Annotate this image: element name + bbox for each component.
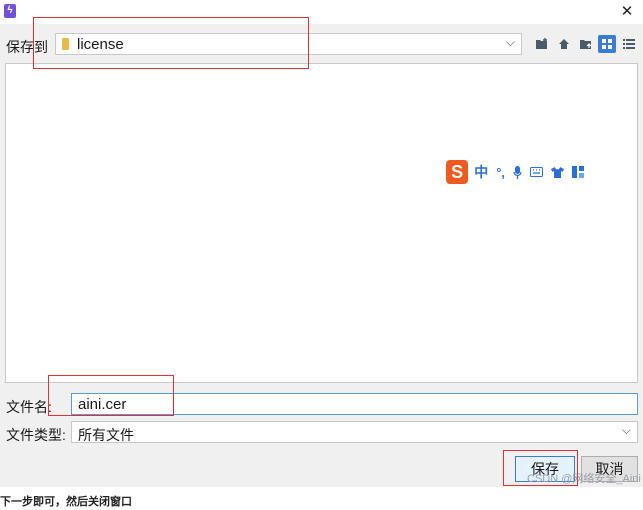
file-list-pane[interactable] bbox=[5, 63, 638, 383]
list-view-icon bbox=[623, 39, 635, 49]
new-folder-icon bbox=[536, 38, 547, 49]
save-location-label: 保存到 bbox=[6, 39, 48, 55]
title-bar: ϟ ✕ bbox=[0, 0, 643, 24]
list-view-button[interactable] bbox=[620, 35, 638, 53]
sogou-logo-icon[interactable]: S bbox=[446, 160, 469, 184]
folder-up-icon bbox=[580, 40, 592, 49]
home-icon bbox=[559, 39, 569, 49]
ime-toolbar[interactable]: S 中 °, bbox=[446, 159, 592, 185]
filename-input[interactable]: aini.cer bbox=[71, 393, 638, 415]
chevron-down-icon: ⌵ bbox=[621, 423, 631, 437]
save-file-dialog: ϟ ✕ 保存到 license ⌵ S 中 °, 文件名: aini.cer 文… bbox=[0, 0, 643, 487]
ime-chinese-mode[interactable]: 中 bbox=[474, 162, 488, 182]
filetype-select[interactable]: 所有文件 ⌵ bbox=[71, 421, 638, 443]
filetype-value: 所有文件 bbox=[78, 427, 134, 443]
save-location-value: license bbox=[77, 36, 124, 53]
keyboard-icon[interactable] bbox=[530, 167, 543, 177]
watermark: CSDN @网络安全_Aini bbox=[527, 473, 641, 485]
home-button[interactable] bbox=[555, 35, 573, 53]
grid-view-icon bbox=[602, 39, 612, 49]
save-location-combo[interactable]: license ⌵ bbox=[55, 33, 522, 55]
toolbox-icon[interactable] bbox=[572, 166, 584, 178]
grid-view-button[interactable] bbox=[598, 35, 616, 53]
microphone-icon[interactable] bbox=[513, 165, 522, 179]
filename-label: 文件名: bbox=[6, 399, 52, 415]
skin-shirt-icon[interactable] bbox=[551, 166, 564, 178]
instruction-caption: 下一步即可，然后关闭窗口 bbox=[0, 496, 132, 508]
folder-icon bbox=[62, 38, 69, 50]
new-folder-button[interactable] bbox=[533, 35, 551, 53]
folder-up-button[interactable] bbox=[577, 35, 595, 53]
filename-value: aini.cer bbox=[78, 396, 127, 413]
filetype-label: 文件类型: bbox=[6, 427, 66, 443]
chevron-down-icon: ⌵ bbox=[505, 35, 515, 49]
app-bolt-icon: ϟ bbox=[4, 4, 16, 18]
ime-punctuation[interactable]: °, bbox=[496, 165, 505, 180]
close-button[interactable]: ✕ bbox=[617, 2, 637, 22]
